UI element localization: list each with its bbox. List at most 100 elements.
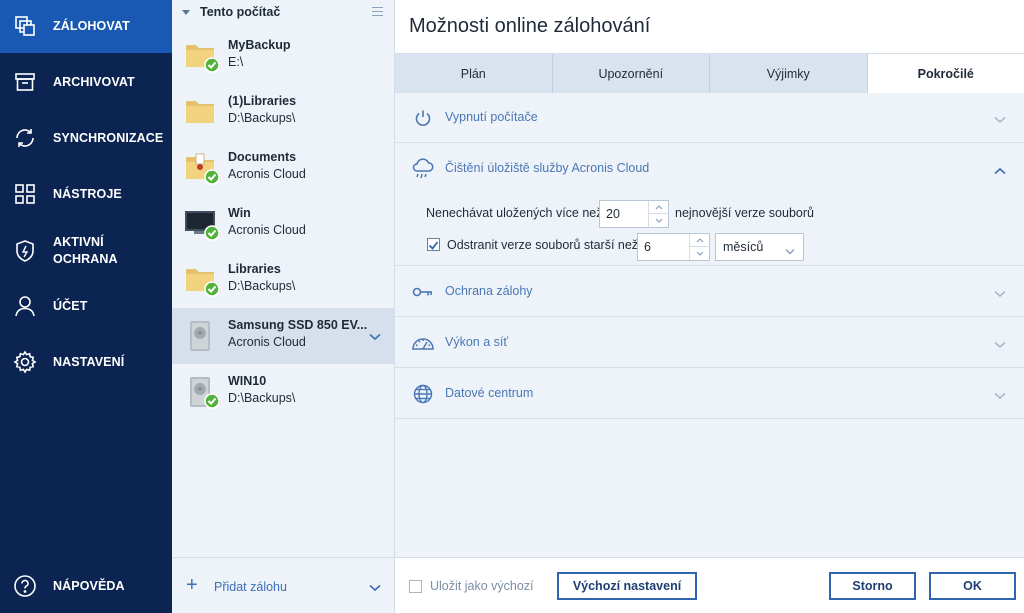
backup-name: Win: [228, 206, 251, 220]
nav-label: ÚČET: [53, 299, 88, 313]
nav-item-napoveda[interactable]: NÁPOVĚDA: [0, 560, 172, 613]
collapse-triangle-icon[interactable]: [182, 10, 190, 15]
nav-label: NASTAVENÍ: [53, 355, 125, 369]
backup-item[interactable]: Libraries D:\Backups\: [172, 252, 395, 308]
list-header[interactable]: Tento počítač: [172, 0, 395, 24]
stepper-up-icon[interactable]: [649, 201, 669, 214]
folder-icon: [184, 39, 220, 73]
backup-item[interactable]: Documents Acronis Cloud: [172, 140, 395, 196]
keep-versions-stepper[interactable]: 20: [599, 200, 669, 228]
reset-defaults-button[interactable]: Výchozí nastavení: [557, 572, 697, 600]
backup-item[interactable]: WIN10 D:\Backups\: [172, 364, 395, 420]
backup-destination: D:\Backups\: [228, 111, 296, 125]
key-icon: [411, 280, 435, 304]
nav-label: NÁSTROJE: [53, 187, 122, 201]
help-icon: [13, 574, 37, 598]
account-icon: [13, 294, 37, 318]
stepper-down-icon[interactable]: [690, 247, 710, 260]
folder-icon: [184, 263, 220, 297]
time-unit-value: měsíců: [723, 240, 764, 254]
nav-item-synchronizace[interactable]: SYNCHRONIZACE: [0, 112, 172, 165]
nav-item-aktivni-ochrana[interactable]: AKTIVNÍ OCHRANA: [0, 224, 172, 280]
tab-exclusions[interactable]: Výjimky: [710, 54, 868, 93]
chevron-down-icon: [785, 243, 795, 258]
stepper-down-icon[interactable]: [649, 214, 669, 227]
nav-label: NÁPOVĚDA: [53, 579, 125, 593]
backup-destination: D:\Backups\: [228, 279, 296, 293]
keep-versions-suffix: nejnovější verze souborů: [675, 206, 814, 220]
keep-versions-value: 20: [606, 207, 620, 221]
backup-name: Samsung SSD 850 EV...: [228, 318, 368, 332]
power-icon: [411, 106, 435, 130]
tab-plan[interactable]: Plán: [395, 54, 553, 93]
backup-name: WIN10: [228, 374, 267, 388]
delete-older-stepper[interactable]: 6: [637, 233, 710, 261]
delete-older-label: Odstranit verze souborů starší než:: [447, 238, 642, 252]
section-cloud-cleanup: Čištění úložiště služby Acronis Cloud Ne…: [395, 144, 1024, 266]
backup-item[interactable]: Win Acronis Cloud: [172, 196, 395, 252]
section-header[interactable]: Ochrana zálohy: [395, 267, 1024, 317]
section-backup-protection: Ochrana zálohy: [395, 267, 1024, 317]
stepper-buttons: [689, 234, 710, 260]
chevron-down-icon[interactable]: [369, 580, 381, 595]
delete-older-checkbox[interactable]: [427, 238, 440, 251]
nav-item-archivovat[interactable]: ARCHIVOVAT: [0, 56, 172, 109]
nav-label: AKTIVNÍ OCHRANA: [53, 235, 118, 266]
ok-button[interactable]: OK: [929, 572, 1016, 600]
add-backup-label: Přidat zálohu: [214, 580, 287, 594]
nav-label: SYNCHRONIZACE: [53, 131, 164, 145]
cancel-button[interactable]: Storno: [829, 572, 916, 600]
gear-icon: [13, 350, 37, 374]
section-header[interactable]: Čištění úložiště služby Acronis Cloud: [395, 144, 1024, 194]
nav-item-nastaveni[interactable]: NASTAVENÍ: [0, 336, 172, 389]
backup-name: (1)Libraries: [228, 94, 297, 108]
time-unit-select[interactable]: měsíců: [715, 233, 804, 261]
chevron-down-icon: [994, 112, 1006, 127]
drive-icon: [184, 375, 220, 409]
tab-advanced[interactable]: Pokročilé: [867, 54, 1024, 93]
backup-item-selected[interactable]: Samsung SSD 850 EV... Acronis Cloud: [172, 308, 395, 364]
backup-destination: Acronis Cloud: [228, 167, 306, 181]
add-backup-button[interactable]: + Přidat zálohu: [172, 557, 395, 613]
backup-item[interactable]: MyBackup E:\: [172, 28, 395, 84]
cloud-rain-icon: [411, 157, 435, 181]
chevron-down-icon[interactable]: [369, 329, 381, 344]
nav-label: ZÁLOHOVAT: [53, 19, 130, 33]
section-label: Čištění úložiště služby Acronis Cloud: [445, 161, 650, 175]
backup-destination: E:\: [228, 55, 244, 69]
nav-item-ucet[interactable]: ÚČET: [0, 280, 172, 333]
globe-icon: [411, 382, 435, 406]
tab-notifications[interactable]: Upozornění: [552, 54, 710, 93]
nav-item-nastroje[interactable]: NÁSTROJE: [0, 168, 172, 221]
chevron-down-icon: [994, 286, 1006, 301]
save-as-default-label: Uložit jako výchozí: [430, 579, 534, 593]
backup-list: Tento počítač MyBackup E:\ (1)Libraries …: [172, 0, 395, 613]
backup-name: MyBackup: [228, 38, 291, 52]
backup-destination: Acronis Cloud: [228, 335, 306, 349]
drive-icon: [184, 319, 220, 353]
nav-item-zalohovat[interactable]: ZÁLOHOVAT: [0, 0, 172, 53]
monitor-icon: [184, 207, 220, 241]
section-header[interactable]: Datové centrum: [395, 369, 1024, 419]
section-shutdown: Vypnutí počítače: [395, 93, 1024, 143]
section-label: Vypnutí počítače: [445, 110, 538, 124]
options-panel: Možnosti online zálohování Plán Upozorně…: [395, 0, 1024, 613]
backup-destination: Acronis Cloud: [228, 223, 306, 237]
tools-grid-icon: [13, 182, 37, 206]
save-as-default-checkbox[interactable]: [409, 580, 422, 593]
stepper-up-icon[interactable]: [690, 234, 710, 247]
stepper-buttons: [648, 201, 669, 227]
section-header[interactable]: Vypnutí počítače: [395, 93, 1024, 143]
hamburger-menu-icon[interactable]: [372, 7, 383, 16]
folder-icon: [184, 95, 220, 129]
section-label: Ochrana zálohy: [445, 284, 533, 298]
sync-icon: [13, 126, 37, 150]
checkmark-icon: [428, 241, 439, 250]
section-header[interactable]: Výkon a síť: [395, 318, 1024, 368]
nav-label: ARCHIVOVAT: [53, 75, 135, 89]
shield-icon: [13, 239, 37, 263]
speedometer-icon: [411, 331, 435, 355]
backup-item[interactable]: (1)Libraries D:\Backups\: [172, 84, 395, 140]
section-label: Datové centrum: [445, 386, 534, 400]
keep-versions-label: Nenechávat uložených více než:: [426, 206, 606, 220]
